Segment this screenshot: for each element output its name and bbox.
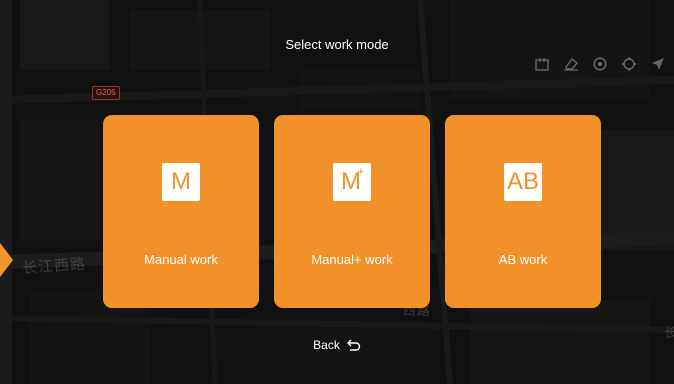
base-station-icon[interactable] (592, 56, 608, 72)
navigate-icon[interactable] (650, 56, 666, 72)
ab-work-button[interactable]: AB AB work (445, 115, 601, 308)
work-mode-screen: G205 长江西路 西路 长 Select work mode M Manual… (0, 0, 674, 384)
manual-mode-icon: M (162, 163, 200, 201)
back-button[interactable]: Back (0, 338, 674, 352)
eraser-icon[interactable] (563, 56, 579, 72)
road-badge: G205 (92, 86, 120, 100)
back-arrow-icon (346, 339, 361, 351)
ab-work-label: AB work (498, 252, 548, 267)
map-toolbar (534, 56, 666, 72)
manual-work-label: Manual work (144, 252, 218, 267)
manual-plus-work-label: Manual+ work (311, 252, 393, 267)
locate-icon[interactable] (621, 56, 637, 72)
side-panel-arrow-icon[interactable] (0, 243, 13, 277)
left-edge-strip (0, 0, 12, 384)
layers-icon[interactable] (534, 56, 550, 72)
manual-work-button[interactable]: M Manual work (103, 115, 259, 308)
ab-icon-letters: AB (506, 168, 539, 195)
manual-plus-work-button[interactable]: M + Manual+ work (274, 115, 430, 308)
manual-plus-icon-sup: + (357, 166, 364, 178)
manual-plus-mode-icon: M + (333, 163, 371, 201)
page-title: Select work mode (285, 37, 389, 52)
back-label: Back (313, 338, 340, 352)
ab-mode-icon: AB (504, 163, 542, 201)
manual-icon-letter: M (171, 168, 191, 195)
work-mode-cards: M Manual work M + Manual+ work AB AB work (103, 115, 601, 308)
street-label-left: 长江西路 (21, 255, 87, 278)
